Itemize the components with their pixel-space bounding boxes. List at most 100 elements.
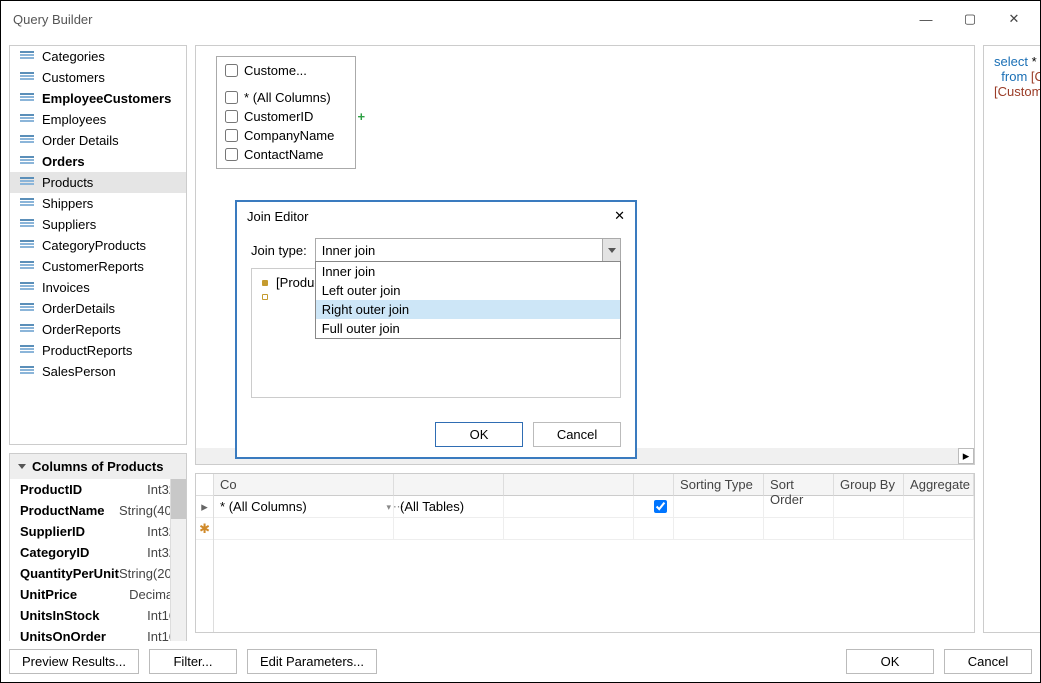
edit-parameters-button[interactable]: Edit Parameters... [247,649,377,674]
minimize-button[interactable]: — [912,9,940,29]
table-icon [20,198,34,209]
grid-header[interactable]: Sorting Type [674,474,764,496]
scroll-right-button[interactable]: ▸ [958,448,974,464]
column-row[interactable]: QuantityPerUnitString(20) [10,563,186,584]
maximize-button[interactable]: ▢ [956,9,984,29]
table-name-label: CategoryProducts [42,238,146,253]
list-item[interactable]: ProductReports [10,340,186,361]
list-item[interactable]: Categories [10,46,186,67]
table-name-label: Categories [42,49,105,64]
column-row[interactable]: UnitsOnOrderInt16 [10,626,186,641]
table-card-checkbox[interactable] [225,64,238,77]
grid-header[interactable]: Group By [834,474,904,496]
column-checkbox[interactable] [225,148,238,161]
grid-header[interactable] [504,474,634,496]
close-button[interactable]: ✕ [1000,9,1028,29]
grid-row-indicator[interactable]: ▸ [196,496,213,518]
add-column-icon[interactable]: + [357,109,365,124]
column-name: UnitPrice [20,587,129,602]
column-row[interactable]: UnitPriceDecimal [10,584,186,605]
column-row[interactable]: SupplierIDInt32 [10,521,186,542]
grid-cell-groupby[interactable] [834,496,904,518]
sql-preview[interactable]: select * from [Customers] [Customers] ▴ … [983,45,1040,633]
grid-cell-table[interactable]: (All Tables) [400,499,464,514]
dialog-close-button[interactable]: ✕ [614,208,625,224]
main-ok-button[interactable]: OK [846,649,934,674]
tables-list[interactable]: Categories Customers EmployeeCustomersEmpl… [9,45,187,445]
join-type-combo[interactable]: Inner join Inner joinLeft outer joinRigh… [315,238,621,262]
column-row[interactable]: ProductNameString(40) [10,500,186,521]
cell-dropdown-icon[interactable]: ▾ [387,502,392,513]
combo-arrow-icon[interactable] [602,239,620,261]
list-item[interactable]: CustomerReports [10,256,186,277]
list-item[interactable]: SalesPerson [10,361,186,382]
grid-new-row-indicator[interactable]: ✱ [196,518,213,540]
grid-cell-aggregate[interactable] [904,496,974,518]
list-item[interactable]: Shippers [10,193,186,214]
column-row[interactable]: UnitsInStockInt16 [10,605,186,626]
list-item[interactable]: Invoices [10,277,186,298]
grid-row[interactable]: * (All Columns) ▾ ⋯ (All Tables) [214,496,974,518]
grid-header[interactable]: Sort Order [764,474,834,496]
list-item[interactable]: Customers [10,67,186,88]
card-column[interactable]: ContactName [225,145,347,164]
join-type-option[interactable]: Left outer join [316,281,620,300]
table-name-label: Customers [42,70,105,85]
join-type-option[interactable]: Right outer join [316,300,620,319]
join-type-dropdown[interactable]: Inner joinLeft outer joinRight outer joi… [315,261,621,339]
join-type-option[interactable]: Full outer join [316,319,620,338]
titlebar: Query Builder — ▢ ✕ [1,1,1040,37]
grid-header[interactable] [634,474,674,496]
column-checkbox[interactable] [225,110,238,123]
list-item[interactable]: Employees [10,109,186,130]
table-name-label: Shippers [42,196,93,211]
grid-header[interactable]: Co [214,474,394,496]
grid-header[interactable]: Aggregate [904,474,974,496]
column-checkbox[interactable] [225,129,238,142]
list-item[interactable]: Products [10,172,186,193]
card-column[interactable]: CustomerID+ [225,107,347,126]
preview-results-button[interactable]: Preview Results... [9,649,139,674]
join-bullet-icon [262,280,268,286]
grid-cell-column[interactable]: * (All Columns) [220,499,307,514]
column-row[interactable]: CategoryIDInt32 [10,542,186,563]
chevron-down-icon [18,464,26,469]
join-type-option[interactable]: Inner join [316,262,620,281]
list-item[interactable]: EmployeeCustomers [10,88,186,109]
columns-panel-header[interactable]: Columns of Products [10,454,186,479]
grid-cell-output[interactable] [634,496,674,518]
main-cancel-button[interactable]: Cancel [944,649,1032,674]
table-name-label: ProductReports [42,343,132,358]
table-name-label: Suppliers [42,217,96,232]
table-name-label: Invoices [42,280,90,295]
card-column[interactable]: * (All Columns) [225,88,347,107]
diagram-canvas[interactable]: Custome... * (All Columns)CustomerID+Com… [195,45,975,465]
grid-cell-alias[interactable] [504,496,634,518]
grid-cell-sortorder[interactable] [764,496,834,518]
columns-scrollbar[interactable] [170,479,186,641]
list-item[interactable]: OrderDetails [10,298,186,319]
column-checkbox[interactable] [225,91,238,104]
table-icon [20,261,34,272]
column-type: Decimal [129,587,176,602]
list-item[interactable]: Suppliers [10,214,186,235]
table-card-customers[interactable]: Custome... * (All Columns)CustomerID+Com… [216,56,356,169]
column-name: CategoryID [20,545,147,560]
dialog-ok-button[interactable]: OK [435,422,523,447]
column-row[interactable]: ProductIDInt32 [10,479,186,500]
card-column[interactable]: CompanyName [225,126,347,145]
list-item[interactable]: Order Details [10,130,186,151]
dialog-cancel-button[interactable]: Cancel [533,422,621,447]
grid-header[interactable] [394,474,504,496]
output-checkbox[interactable] [654,500,667,513]
table-card-title: Custome... [244,63,307,78]
columns-panel-title: Columns of Products [32,459,163,474]
grid-cell-sortingtype[interactable] [674,496,764,518]
columns-grid[interactable]: ▸ ✱ Co Sorting TypeSort OrderGroup ByAggr… [195,473,975,633]
table-icon [20,93,34,104]
list-item[interactable]: OrderReports [10,319,186,340]
list-item[interactable]: CategoryProducts [10,235,186,256]
filter-button[interactable]: Filter... [149,649,237,674]
list-item[interactable]: Orders [10,151,186,172]
grid-row-new[interactable] [214,518,974,540]
